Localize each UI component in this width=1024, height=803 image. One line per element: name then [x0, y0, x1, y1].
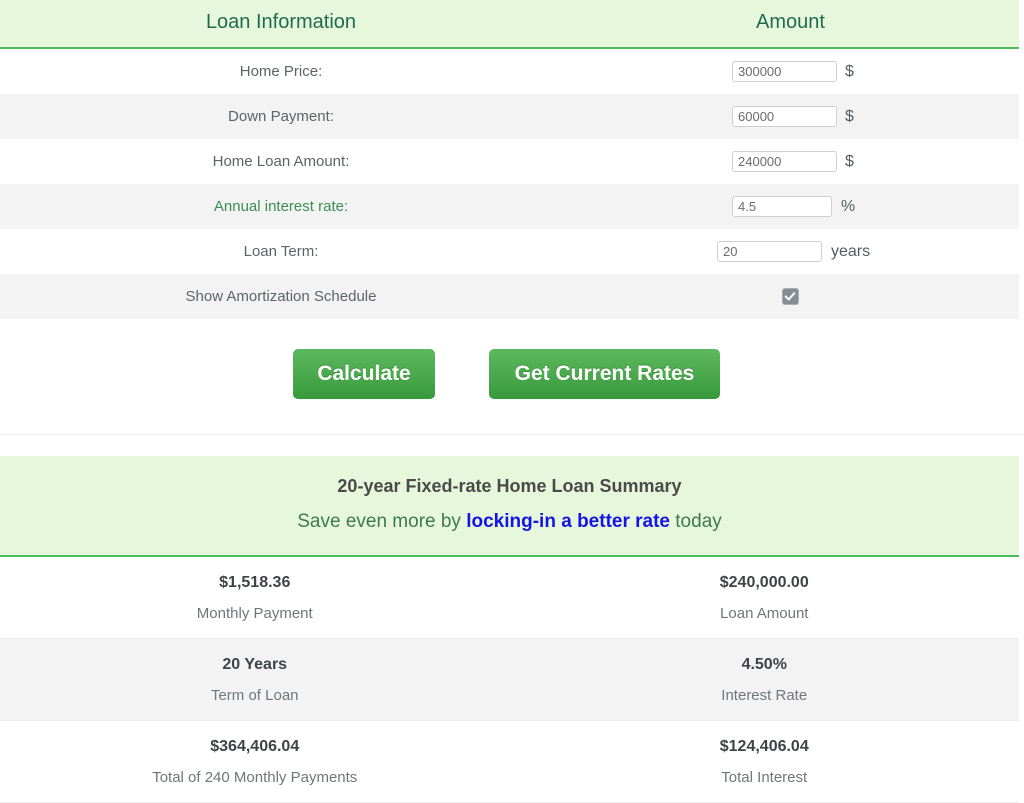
table-header-row: Loan Information Amount: [0, 0, 1019, 49]
summary-row-totals: $364,406.04 Total of 240 Monthly Payment…: [0, 720, 1019, 803]
loan-amount-value: $240,000.00: [719, 574, 809, 591]
summary-subtitle-before: Save even more by: [297, 511, 467, 532]
show-amortization-schedule-checkbox[interactable]: [783, 289, 798, 304]
summary-cell-loan-amount: $240,000.00 Loan Amount: [509, 557, 1019, 639]
calculate-button[interactable]: Calculate: [293, 349, 435, 399]
total-interest-label: Total Interest: [721, 769, 808, 786]
unit-dollar-home-price: $: [845, 62, 854, 80]
monthly-payment-value: $1,518.36: [219, 574, 291, 591]
table-row-home-loan-amount: Home Loan Amount: $: [0, 139, 1019, 184]
label-home-price: Home Price:: [239, 63, 323, 80]
column-header-loan-information: Loan Information: [0, 0, 562, 49]
summary-subtitle: Save even more by locking-in a better ra…: [0, 511, 1019, 533]
home-loan-amount-input[interactable]: [732, 151, 837, 172]
table-row-annual-interest-rate: Annual interest rate: %: [0, 184, 1019, 229]
term-of-loan-value: 20 Years: [222, 656, 288, 673]
interest-rate-label: Interest Rate: [721, 687, 808, 704]
summary-header: 20-year Fixed-rate Home Loan Summary Sav…: [0, 455, 1019, 557]
label-loan-term: Loan Term:: [243, 243, 319, 260]
down-payment-input[interactable]: [732, 106, 837, 127]
loan-amount-label: Loan Amount: [720, 605, 809, 622]
label-down-payment: Down Payment:: [228, 108, 334, 125]
unit-years: years: [831, 242, 871, 260]
unit-dollar-down-payment: $: [845, 107, 854, 125]
home-price-input[interactable]: [732, 61, 837, 82]
loan-calculator-page: Loan Information Amount Home Price: $ Do…: [0, 0, 1024, 803]
summary-cell-term-of-loan: 20 Years Term of Loan: [0, 638, 510, 721]
summary-cell-total-interest: $124,406.04 Total Interest: [509, 720, 1019, 803]
summary-results-table: $1,518.36 Monthly Payment $240,000.00 Lo…: [0, 557, 1019, 803]
total-payments-label: Total of 240 Monthly Payments: [152, 769, 358, 786]
annual-interest-rate-input[interactable]: [732, 196, 832, 217]
summary-row-monthly-payment: $1,518.36 Monthly Payment $240,000.00 Lo…: [0, 557, 1019, 639]
loan-term-input[interactable]: [717, 241, 822, 262]
unit-dollar-loan-amount: $: [845, 152, 854, 170]
summary-cell-monthly-payment: $1,518.36 Monthly Payment: [0, 557, 510, 639]
summary-subtitle-after: today: [670, 511, 722, 532]
summary-title: 20-year Fixed-rate Home Loan Summary: [337, 476, 682, 496]
table-row-amortization-schedule: Show Amortization Schedule: [0, 274, 1019, 319]
unit-percent: %: [841, 197, 856, 215]
label-home-loan-amount: Home Loan Amount:: [212, 153, 350, 170]
action-button-row: Calculate Get Current Rates: [0, 319, 1024, 435]
table-row-down-payment: Down Payment: $: [0, 94, 1019, 139]
interest-rate-value: 4.50%: [741, 656, 787, 673]
label-annual-interest-rate: Annual interest rate:: [213, 198, 349, 215]
table-row-home-price: Home Price: $: [0, 48, 1019, 94]
table-row-loan-term: Loan Term: years: [0, 229, 1019, 274]
locking-in-better-rate-link[interactable]: locking-in a better rate: [466, 511, 670, 532]
total-payments-value: $364,406.04: [210, 738, 300, 755]
summary-row-term-and-rate: 20 Years Term of Loan 4.50% Interest Rat…: [0, 638, 1019, 721]
loan-information-table: Loan Information Amount Home Price: $ Do…: [0, 0, 1019, 319]
term-of-loan-label: Term of Loan: [210, 687, 299, 704]
summary-cell-interest-rate: 4.50% Interest Rate: [509, 638, 1019, 721]
summary-cell-total-payments: $364,406.04 Total of 240 Monthly Payment…: [0, 720, 510, 803]
label-show-amortization-schedule: Show Amortization Schedule: [185, 288, 377, 305]
section-spacer: [0, 435, 1024, 455]
get-current-rates-button[interactable]: Get Current Rates: [489, 349, 720, 399]
total-interest-value: $124,406.04: [719, 738, 809, 755]
column-header-amount: Amount: [562, 0, 1019, 49]
monthly-payment-label: Monthly Payment: [196, 605, 313, 622]
